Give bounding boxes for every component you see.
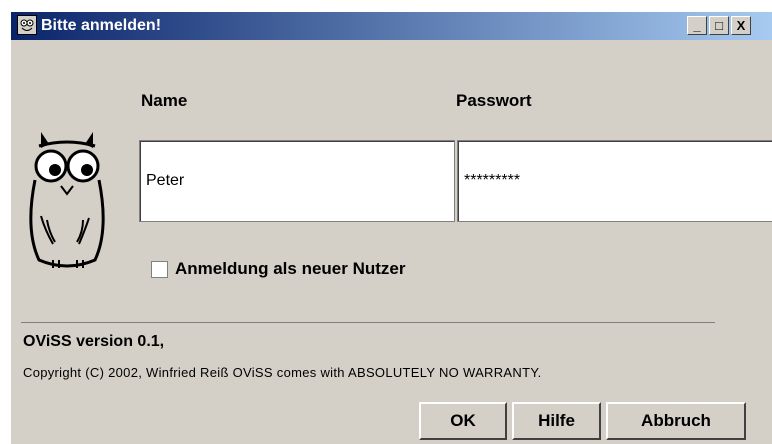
- close-button[interactable]: X: [731, 16, 751, 35]
- new-user-checkbox[interactable]: [151, 261, 168, 278]
- password-label: Passwort: [456, 91, 532, 110]
- help-button[interactable]: Hilfe: [512, 402, 601, 440]
- login-dialog: Bitte anmelden! _ □ X Name Passwort Pete…: [9, 10, 772, 444]
- minimize-button[interactable]: _: [687, 16, 707, 35]
- new-user-label[interactable]: Anmeldung als neuer Nutzer: [175, 259, 405, 279]
- maximize-button[interactable]: □: [709, 16, 729, 35]
- window-title: Bitte anmelden!: [41, 17, 162, 34]
- title-bar[interactable]: Bitte anmelden! _ □ X: [11, 12, 772, 40]
- separator: [21, 322, 715, 323]
- name-label: Name: [141, 91, 188, 110]
- ok-button[interactable]: OK: [419, 402, 507, 440]
- version-text: OViSS version 0.1,: [23, 333, 165, 350]
- copyright-text: Copyright (C) 2002, Winfried Reiß OViSS …: [23, 365, 542, 380]
- name-input[interactable]: Peter: [139, 140, 455, 222]
- cancel-button[interactable]: Abbruch: [606, 402, 746, 440]
- owl-icon: [17, 15, 37, 35]
- password-input[interactable]: *********: [457, 140, 772, 222]
- owl-mascot-icon: [19, 120, 119, 270]
